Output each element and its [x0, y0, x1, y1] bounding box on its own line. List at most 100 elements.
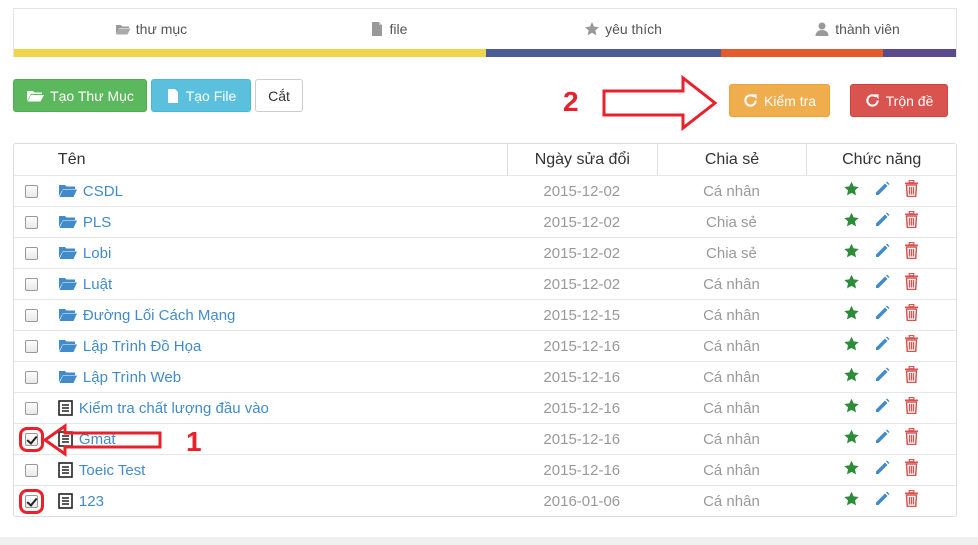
delete-button[interactable] [904, 396, 919, 419]
edit-button[interactable] [874, 398, 890, 419]
trash-icon[interactable] [904, 334, 919, 353]
item-name-link[interactable]: Toeic Test [79, 462, 145, 479]
item-name-link[interactable]: Luật [83, 276, 112, 293]
edit-button[interactable] [874, 305, 890, 326]
edit-button[interactable] [874, 367, 890, 388]
favorite-button[interactable] [843, 429, 860, 450]
trash-icon[interactable] [904, 458, 919, 477]
delete-button[interactable] [904, 365, 919, 388]
row-checkbox[interactable] [25, 277, 39, 291]
star-icon[interactable] [843, 336, 860, 352]
pencil-icon[interactable] [874, 460, 890, 476]
trash-icon[interactable] [904, 303, 919, 322]
pencil-icon[interactable] [874, 367, 890, 383]
new-folder-button[interactable]: Tạo Thư Mục [13, 79, 147, 112]
star-icon[interactable] [843, 212, 860, 228]
row-checkbox[interactable] [25, 401, 39, 415]
item-name-link[interactable]: Gmat [79, 431, 116, 448]
edit-button[interactable] [874, 460, 890, 481]
check-button[interactable]: Kiểm tra [729, 84, 830, 117]
pencil-icon[interactable] [874, 398, 890, 414]
item-name-link[interactable]: CSDL [83, 183, 123, 200]
pencil-icon[interactable] [874, 305, 890, 321]
star-icon[interactable] [843, 274, 860, 290]
item-name-link[interactable]: Lobi [83, 245, 111, 262]
trash-icon[interactable] [904, 210, 919, 229]
star-icon[interactable] [843, 243, 860, 259]
trash-icon[interactable] [904, 427, 919, 446]
pencil-icon[interactable] [874, 181, 890, 197]
header-date[interactable]: Ngày sửa đổi [506, 144, 657, 175]
favorite-button[interactable] [843, 491, 860, 512]
trash-icon[interactable] [904, 179, 919, 198]
delete-button[interactable] [904, 427, 919, 450]
edit-button[interactable] [874, 212, 890, 233]
favorite-button[interactable] [843, 336, 860, 357]
delete-button[interactable] [904, 241, 919, 264]
mix-button[interactable]: Trộn đề [850, 84, 948, 117]
row-checkbox[interactable] [25, 246, 39, 260]
delete-button[interactable] [904, 489, 919, 512]
delete-button[interactable] [904, 210, 919, 233]
edit-button[interactable] [874, 491, 890, 512]
row-checkbox[interactable] [25, 215, 39, 229]
row-checkbox[interactable] [25, 308, 39, 322]
favorite-button[interactable] [843, 243, 860, 264]
header-share[interactable]: Chia sẻ [656, 144, 807, 175]
row-checkbox[interactable] [19, 488, 45, 514]
edit-button[interactable] [874, 181, 890, 202]
favorite-button[interactable] [843, 212, 860, 233]
star-icon[interactable] [843, 367, 860, 383]
star-icon[interactable] [843, 398, 860, 414]
edit-button[interactable] [874, 429, 890, 450]
row-checkbox[interactable] [25, 463, 39, 477]
cut-button[interactable]: Cắt [255, 79, 303, 112]
favorite-button[interactable] [843, 367, 860, 388]
edit-button[interactable] [874, 336, 890, 357]
edit-button[interactable] [874, 243, 890, 264]
star-icon[interactable] [843, 491, 860, 507]
favorite-button[interactable] [843, 181, 860, 202]
pencil-icon[interactable] [874, 336, 890, 352]
star-icon[interactable] [843, 181, 860, 197]
row-checkbox[interactable] [25, 339, 39, 353]
delete-button[interactable] [904, 179, 919, 202]
favorite-button[interactable] [843, 274, 860, 295]
row-checkbox[interactable] [25, 184, 39, 198]
delete-button[interactable] [904, 458, 919, 481]
edit-button[interactable] [874, 274, 890, 295]
favorite-button[interactable] [843, 460, 860, 481]
tab-files[interactable]: file [288, 9, 488, 49]
trash-icon[interactable] [904, 396, 919, 415]
item-name-link[interactable]: 123 [79, 493, 104, 510]
pencil-icon[interactable] [874, 243, 890, 259]
header-name[interactable]: Tên [50, 144, 507, 175]
tab-folders[interactable]: thư mục [14, 9, 288, 49]
trash-icon[interactable] [904, 365, 919, 384]
pencil-icon[interactable] [874, 429, 890, 445]
favorite-button[interactable] [843, 398, 860, 419]
trash-icon[interactable] [904, 272, 919, 291]
trash-icon[interactable] [904, 489, 919, 508]
delete-button[interactable] [904, 303, 919, 326]
delete-button[interactable] [904, 334, 919, 357]
item-name-link[interactable]: Kiểm tra chất lượng đầu vào [79, 400, 269, 417]
delete-button[interactable] [904, 272, 919, 295]
pencil-icon[interactable] [874, 491, 890, 507]
new-file-button[interactable]: Tạo File [151, 79, 251, 112]
item-name-link[interactable]: PLS [83, 214, 111, 231]
row-checkbox[interactable] [19, 426, 45, 452]
trash-icon[interactable] [904, 241, 919, 260]
pencil-icon[interactable] [874, 274, 890, 290]
item-name-link[interactable]: Lập Trình Đồ Họa [83, 338, 201, 355]
favorite-button[interactable] [843, 305, 860, 326]
item-name-link[interactable]: Đường Lối Cách Mạng [83, 307, 235, 324]
tab-favorites[interactable]: yêu thích [488, 9, 758, 49]
tab-members[interactable]: thành viên [758, 9, 956, 49]
row-checkbox[interactable] [25, 370, 39, 384]
star-icon[interactable] [843, 460, 860, 476]
item-name-link[interactable]: Lập Trình Web [83, 369, 181, 386]
pencil-icon[interactable] [874, 212, 890, 228]
star-icon[interactable] [843, 305, 860, 321]
star-icon[interactable] [843, 429, 860, 445]
